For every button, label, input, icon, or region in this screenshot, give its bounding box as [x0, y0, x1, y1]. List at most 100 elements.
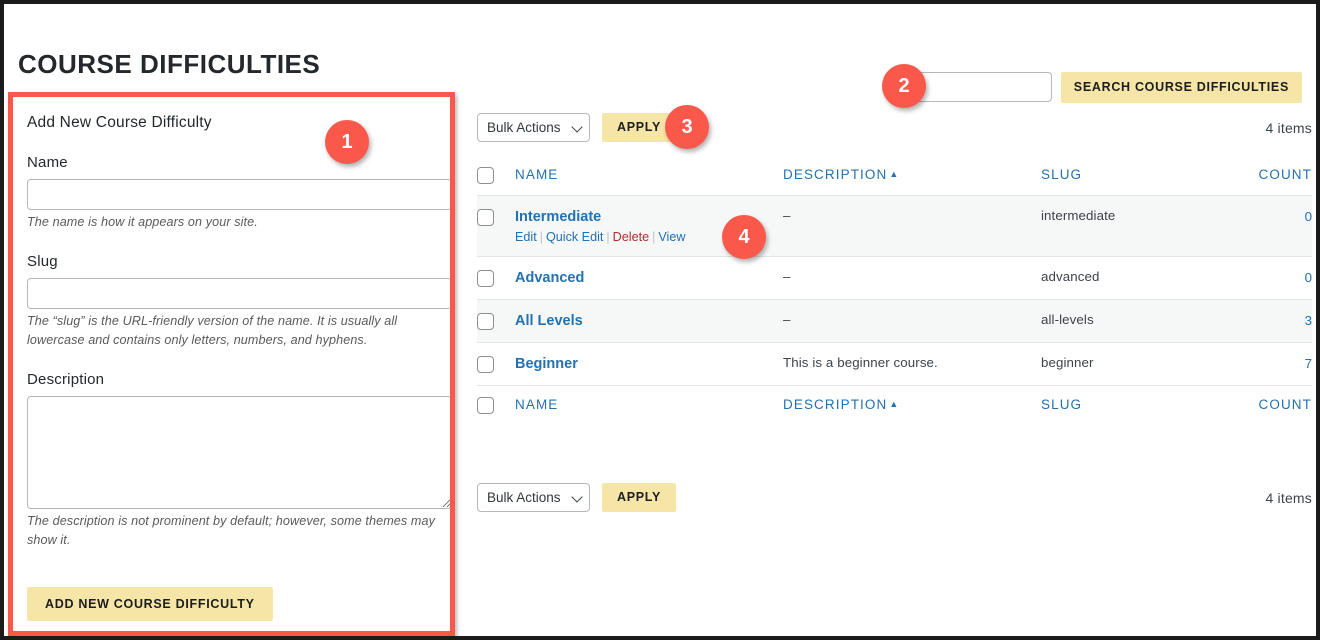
row-checkbox[interactable]: [477, 356, 494, 373]
sort-slug-link-top[interactable]: SLUG: [1041, 167, 1082, 182]
description-textarea[interactable]: [27, 395, 450, 509]
term-name-link[interactable]: All Levels: [515, 313, 583, 329]
row-slug-cell: beginner: [1041, 355, 1094, 370]
search-button[interactable]: SEARCH COURSE DIFFICULTIES: [1060, 72, 1302, 103]
slug-help-text: The “slug” is the URL-friendly version o…: [27, 313, 398, 348]
row-count-cell: 7: [1239, 343, 1312, 386]
description-field-label: Description: [27, 370, 105, 388]
sort-description-link-bottom[interactable]: DESCRIPTION: [783, 397, 887, 412]
row-select-cell: [477, 343, 515, 386]
row-description-cell: This is a beginner course.: [783, 355, 938, 370]
column-footer-slug[interactable]: SLUG: [1041, 385, 1239, 425]
count-link[interactable]: 0: [1305, 270, 1312, 285]
add-term-form-panel: Add New Course Difficulty Name The name …: [8, 92, 455, 636]
sort-count-link-top[interactable]: COUNT: [1259, 167, 1313, 182]
table-row: Advanced – advanced 0: [477, 256, 1312, 300]
bulk-actions-select-top[interactable]: Bulk Actions: [477, 113, 590, 142]
sort-name-link-top[interactable]: NAME: [515, 167, 558, 182]
table-footer-row: NAME DESCRIPTION ▲ SLUG COUNT: [477, 385, 1313, 425]
term-name-link[interactable]: Intermediate: [515, 209, 601, 225]
callout-badge-1: 1: [325, 120, 369, 164]
name-field-label: Name: [27, 154, 68, 171]
bulk-actions-select-wrapper: Bulk Actions: [477, 113, 590, 142]
delete-link[interactable]: Delete: [613, 230, 649, 244]
table-head: NAME DESCRIPTION ▲ SLUG COUNT: [477, 156, 1312, 196]
count-link[interactable]: 3: [1305, 313, 1312, 328]
term-name-link[interactable]: Advanced: [515, 270, 584, 286]
term-name-link[interactable]: Beginner: [515, 356, 578, 372]
row-checkbox[interactable]: [477, 270, 494, 287]
tablenav-top: Bulk Actions APPLY 4 items: [477, 113, 1312, 142]
column-header-description[interactable]: DESCRIPTION ▲: [783, 156, 1041, 196]
column-header-slug[interactable]: SLUG: [1041, 156, 1239, 196]
row-slug-cell: advanced: [1041, 256, 1239, 300]
select-all-checkbox-bottom[interactable]: [477, 397, 494, 414]
page-title: COURSE DIFFICULTIES: [18, 49, 321, 80]
row-checkbox[interactable]: [477, 209, 494, 226]
callout-badge-4: 4: [722, 215, 766, 259]
table-header-row: NAME DESCRIPTION ▲ SLUG COUNT: [477, 156, 1312, 196]
select-all-footer: [477, 385, 515, 425]
count-link[interactable]: 0: [1305, 209, 1312, 224]
description-help-text: The description is not prominent by defa…: [27, 513, 435, 548]
table-row: Beginner This is a beginner course. begi…: [477, 343, 1312, 386]
apply-button-bottom[interactable]: APPLY: [602, 483, 677, 512]
row-count-cell: 3: [1239, 299, 1312, 343]
search-box: SEARCH COURSE DIFFICULTIES: [892, 72, 1302, 103]
row-count-cell: 0: [1239, 195, 1312, 257]
row-name-cell: Beginner: [515, 343, 783, 386]
bulk-actions-select-wrapper: Bulk Actions: [477, 483, 590, 512]
row-description-cell: –: [783, 299, 1041, 343]
name-input[interactable]: [27, 179, 450, 210]
items-count-top: 4 items: [1265, 119, 1312, 136]
course-difficulties-table: NAME DESCRIPTION ▲ SLUG COUNT Intermedia…: [477, 156, 1312, 425]
table-row: Intermediate Edit | Quick Edit | Delete | View…: [477, 195, 1312, 257]
row-select-cell: [477, 256, 515, 300]
count-link[interactable]: 7: [1305, 356, 1312, 371]
sort-description-link-top[interactable]: DESCRIPTION: [783, 167, 887, 182]
admin-page: COURSE DIFFICULTIES Add New Course Diffi…: [4, 4, 1316, 636]
column-header-name[interactable]: NAME: [515, 156, 783, 196]
select-all-header: [477, 156, 515, 196]
edit-link[interactable]: Edit: [515, 230, 537, 244]
select-all-checkbox-top[interactable]: [477, 167, 494, 184]
add-new-course-difficulty-button[interactable]: ADD NEW COURSE DIFFICULTY: [27, 586, 273, 621]
row-checkbox[interactable]: [477, 313, 494, 330]
callout-badge-2: 2: [882, 64, 926, 108]
callout-badge-3: 3: [665, 105, 709, 149]
form-heading: Add New Course Difficulty: [27, 114, 212, 131]
sort-ascending-icon-bottom: ▲: [889, 399, 899, 409]
tablenav-bottom: Bulk Actions APPLY 4 items: [477, 483, 1312, 512]
row-slug-cell: all-levels: [1041, 299, 1239, 343]
table-row: All Levels – all-levels 3: [477, 299, 1312, 343]
row-select-cell: [477, 299, 515, 343]
divider: |: [652, 230, 656, 244]
sort-count-link-bottom[interactable]: COUNT: [1259, 397, 1313, 412]
column-footer-description[interactable]: DESCRIPTION ▲: [783, 385, 1041, 425]
row-name-cell: All Levels: [515, 299, 783, 343]
divider: |: [539, 230, 543, 244]
row-select-cell: [477, 195, 515, 257]
add-term-form: Add New Course Difficulty Name The name …: [13, 97, 450, 631]
column-header-count[interactable]: COUNT: [1239, 156, 1312, 196]
quick-edit-link[interactable]: Quick Edit: [546, 230, 603, 244]
slug-input[interactable]: [27, 277, 450, 309]
screenshot-frame: COURSE DIFFICULTIES Add New Course Diffi…: [0, 0, 1320, 640]
row-description-cell: –: [783, 195, 1041, 257]
slug-field-label: Slug: [27, 252, 58, 270]
name-help-text: The name is how it appears on your site.: [27, 215, 258, 229]
sort-name-link-bottom[interactable]: NAME: [515, 397, 558, 412]
bulk-actions-select-bottom[interactable]: Bulk Actions: [477, 483, 590, 512]
table-body: Intermediate Edit | Quick Edit | Delete | View…: [477, 195, 1312, 386]
row-name-cell: Advanced: [515, 256, 783, 300]
sort-slug-link-bottom[interactable]: SLUG: [1041, 397, 1082, 412]
row-description-cell: –: [783, 256, 1041, 300]
items-count-bottom: 4 items: [1265, 489, 1312, 506]
column-footer-count[interactable]: COUNT: [1239, 385, 1313, 425]
column-footer-name[interactable]: NAME: [515, 385, 783, 425]
table-foot: NAME DESCRIPTION ▲ SLUG COUNT: [477, 385, 1313, 425]
view-link[interactable]: View: [658, 230, 685, 244]
divider: |: [606, 230, 610, 244]
